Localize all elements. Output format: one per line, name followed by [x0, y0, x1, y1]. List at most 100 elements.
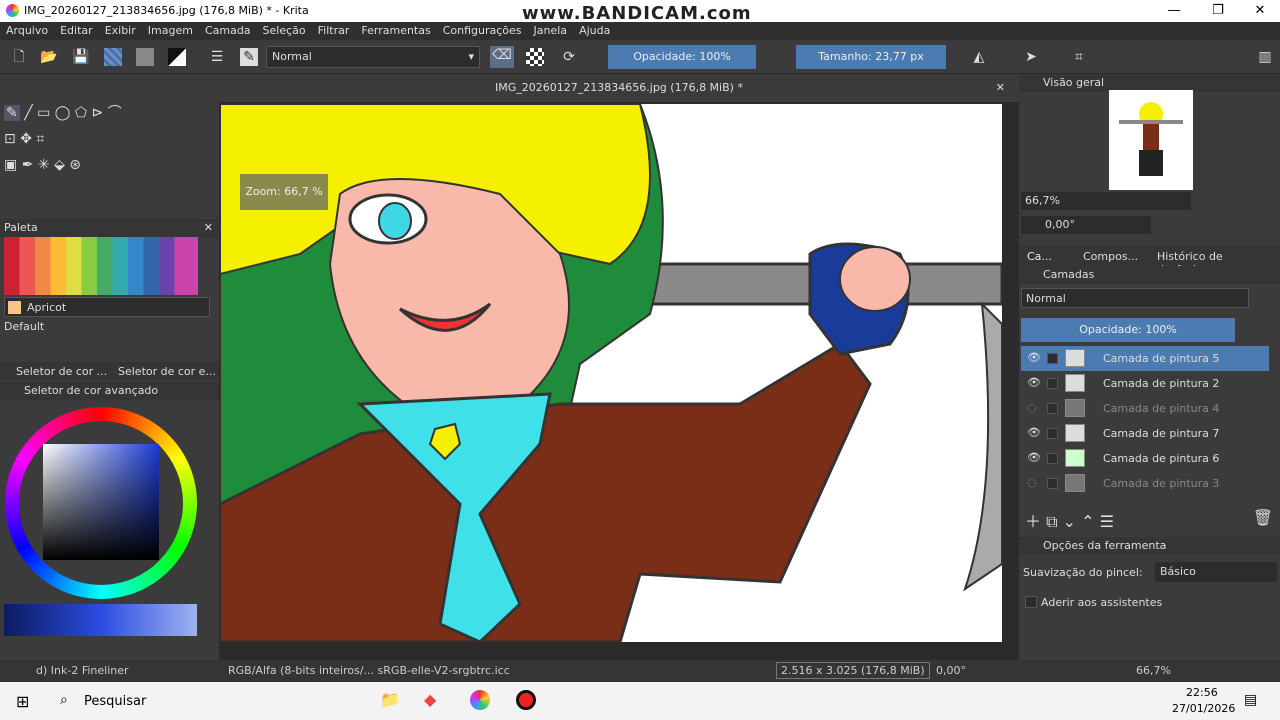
- document-tab[interactable]: IMG_20260127_213834656.jpg (176,8 MiB) *…: [219, 74, 1019, 102]
- assistants-checkbox[interactable]: [1025, 596, 1037, 608]
- mirror-horizontal-icon[interactable]: ◭: [970, 48, 988, 66]
- menu-exibir[interactable]: Exibir: [99, 22, 142, 37]
- menu-ferramentas[interactable]: Ferramentas: [355, 22, 436, 37]
- size-slider[interactable]: Tamanho: 23,77 px: [796, 45, 946, 69]
- tab-composition[interactable]: Compos...: [1083, 250, 1138, 263]
- save-icon[interactable]: 💾: [72, 48, 90, 66]
- opacity-slider[interactable]: Opacidade: 100%: [608, 45, 756, 69]
- eye-hidden-icon[interactable]: ◌: [1027, 476, 1041, 490]
- brave-icon[interactable]: ◆: [424, 690, 436, 709]
- tab-color-selector-1[interactable]: Seletor de cor ...: [16, 365, 107, 378]
- status-rotation: 0,00°: [936, 664, 966, 677]
- wrap-around-icon[interactable]: ⌗: [1070, 48, 1088, 66]
- layer-checkbox[interactable]: [1047, 428, 1058, 439]
- layer-checkbox[interactable]: [1047, 478, 1058, 489]
- layer-checkbox[interactable]: [1047, 378, 1058, 389]
- file-explorer-icon[interactable]: 📁: [380, 690, 400, 709]
- move-tool-icon[interactable]: ✥: [20, 131, 32, 147]
- overview-angle-field[interactable]: 0,00°: [1021, 216, 1151, 234]
- duplicate-layer-icon[interactable]: ⧉: [1046, 512, 1057, 531]
- new-document-icon[interactable]: 🗋: [10, 48, 28, 66]
- layer-checkbox[interactable]: [1047, 453, 1058, 464]
- assistant-tool-icon[interactable]: ⊛: [69, 157, 81, 173]
- smoothing-select[interactable]: Básico: [1155, 562, 1277, 582]
- eye-icon[interactable]: 👁: [1027, 351, 1041, 365]
- menu-filtrar[interactable]: Filtrar: [312, 22, 356, 37]
- bezier-tool-icon[interactable]: ⌒: [108, 105, 122, 121]
- layer-row[interactable]: ◌ Camada de pintura 4: [1021, 396, 1269, 421]
- menu-selecao[interactable]: Seleção: [257, 22, 312, 37]
- layer-blend-select[interactable]: Normal: [1021, 288, 1249, 308]
- menu-imagem[interactable]: Imagem: [142, 22, 199, 37]
- color-picker-icon[interactable]: ✒: [22, 157, 34, 173]
- notifications-icon[interactable]: ▤: [1244, 692, 1257, 708]
- windows-start-icon[interactable]: ⊞: [16, 692, 29, 711]
- transform-tool-icon[interactable]: ⊡: [4, 131, 16, 147]
- reload-preset-icon[interactable]: ⟳: [560, 48, 578, 66]
- color-name-field[interactable]: Apricot: [4, 297, 210, 317]
- gradient-tool-icon[interactable]: ▣: [4, 157, 17, 173]
- fill-tool-icon[interactable]: ⬙: [54, 157, 65, 173]
- add-layer-icon[interactable]: ＋: [1025, 512, 1041, 531]
- polygon-tool-icon[interactable]: ⬠: [75, 105, 87, 121]
- smart-patch-icon[interactable]: ✳: [38, 157, 50, 173]
- palette-swatches[interactable]: [4, 237, 198, 295]
- bandicam-taskbar-icon[interactable]: [516, 690, 536, 710]
- layer-row[interactable]: 👁 Camada de pintura 7: [1021, 421, 1269, 446]
- freehand-brush-icon[interactable]: ✎: [4, 105, 20, 121]
- layer-opacity-slider[interactable]: Opacidade: 100%: [1021, 318, 1235, 342]
- search-icon[interactable]: ⌕: [60, 692, 68, 708]
- blend-mode-select[interactable]: Normal ▾: [266, 46, 480, 68]
- delete-layer-icon[interactable]: 🗑: [1253, 508, 1273, 527]
- layer-row[interactable]: ◌ Camada de pintura 3: [1021, 471, 1269, 496]
- taskbar-search[interactable]: Pesquisar: [84, 694, 146, 709]
- close-window-button[interactable]: ✕: [1238, 0, 1280, 22]
- saturation-value-square[interactable]: [43, 444, 159, 560]
- preserve-alpha-icon[interactable]: [526, 48, 544, 66]
- overview-zoom-select[interactable]: 66,7%: [1021, 192, 1191, 210]
- brush-preset-icon[interactable]: ✎: [240, 48, 258, 66]
- layer-properties-icon[interactable]: ☰: [1100, 512, 1114, 531]
- eye-icon[interactable]: 👁: [1027, 426, 1041, 440]
- open-folder-icon[interactable]: 📂: [40, 48, 58, 66]
- brush-settings-icon[interactable]: ☰: [208, 48, 226, 66]
- fg-bg-color-icon[interactable]: [168, 48, 186, 66]
- move-up-icon[interactable]: ⌃: [1081, 512, 1094, 531]
- menu-janela[interactable]: Janela: [528, 22, 574, 37]
- polyline-tool-icon[interactable]: ⊳: [92, 105, 104, 121]
- status-dimensions: 2.516 x 3.025 (176,8 MiB): [776, 662, 930, 679]
- menu-camada[interactable]: Camada: [199, 22, 257, 37]
- close-icon[interactable]: ✕: [204, 221, 213, 234]
- eraser-icon[interactable]: ⌫: [490, 46, 514, 68]
- ellipse-tool-icon[interactable]: ◯: [55, 105, 71, 121]
- maximize-button[interactable]: ❐: [1196, 0, 1240, 22]
- line-tool-icon[interactable]: ╱: [24, 105, 32, 121]
- rectangle-tool-icon[interactable]: ▭: [37, 105, 50, 121]
- layer-row[interactable]: 👁 Camada de pintura 5: [1021, 346, 1269, 371]
- drawing-canvas[interactable]: Zoom: 66,7 %: [220, 104, 1002, 642]
- eye-icon[interactable]: 👁: [1027, 376, 1041, 390]
- minimize-button[interactable]: —: [1152, 0, 1196, 22]
- crop-tool-icon[interactable]: ⌗: [36, 131, 44, 147]
- color-history-bar[interactable]: [4, 604, 197, 636]
- layer-checkbox[interactable]: [1047, 353, 1058, 364]
- layer-row[interactable]: 👁 Camada de pintura 6: [1021, 446, 1269, 471]
- tab-color-selector-2[interactable]: Seletor de cor e...: [118, 365, 216, 378]
- close-document-icon[interactable]: ✕: [996, 74, 1005, 102]
- pattern-icon[interactable]: [136, 48, 154, 66]
- move-down-icon[interactable]: ⌄: [1063, 512, 1076, 531]
- mirror-vertical-icon[interactable]: ➤: [1022, 48, 1040, 66]
- workspace-icon[interactable]: ▥: [1256, 48, 1274, 66]
- gradient-icon[interactable]: [104, 48, 122, 66]
- menu-editar[interactable]: Editar: [54, 22, 99, 37]
- eye-hidden-icon[interactable]: ◌: [1027, 401, 1041, 415]
- menu-arquivo[interactable]: Arquivo: [0, 22, 54, 37]
- menu-configuracoes[interactable]: Configurações: [437, 22, 528, 37]
- layer-row[interactable]: 👁 Camada de pintura 2: [1021, 371, 1269, 396]
- overview-thumbnail[interactable]: [1109, 90, 1193, 190]
- tab-layers[interactable]: Ca...: [1027, 250, 1052, 263]
- eye-icon[interactable]: 👁: [1027, 451, 1041, 465]
- layer-checkbox[interactable]: [1047, 403, 1058, 414]
- krita-taskbar-icon[interactable]: [470, 690, 490, 710]
- menu-ajuda[interactable]: Ajuda: [573, 22, 616, 37]
